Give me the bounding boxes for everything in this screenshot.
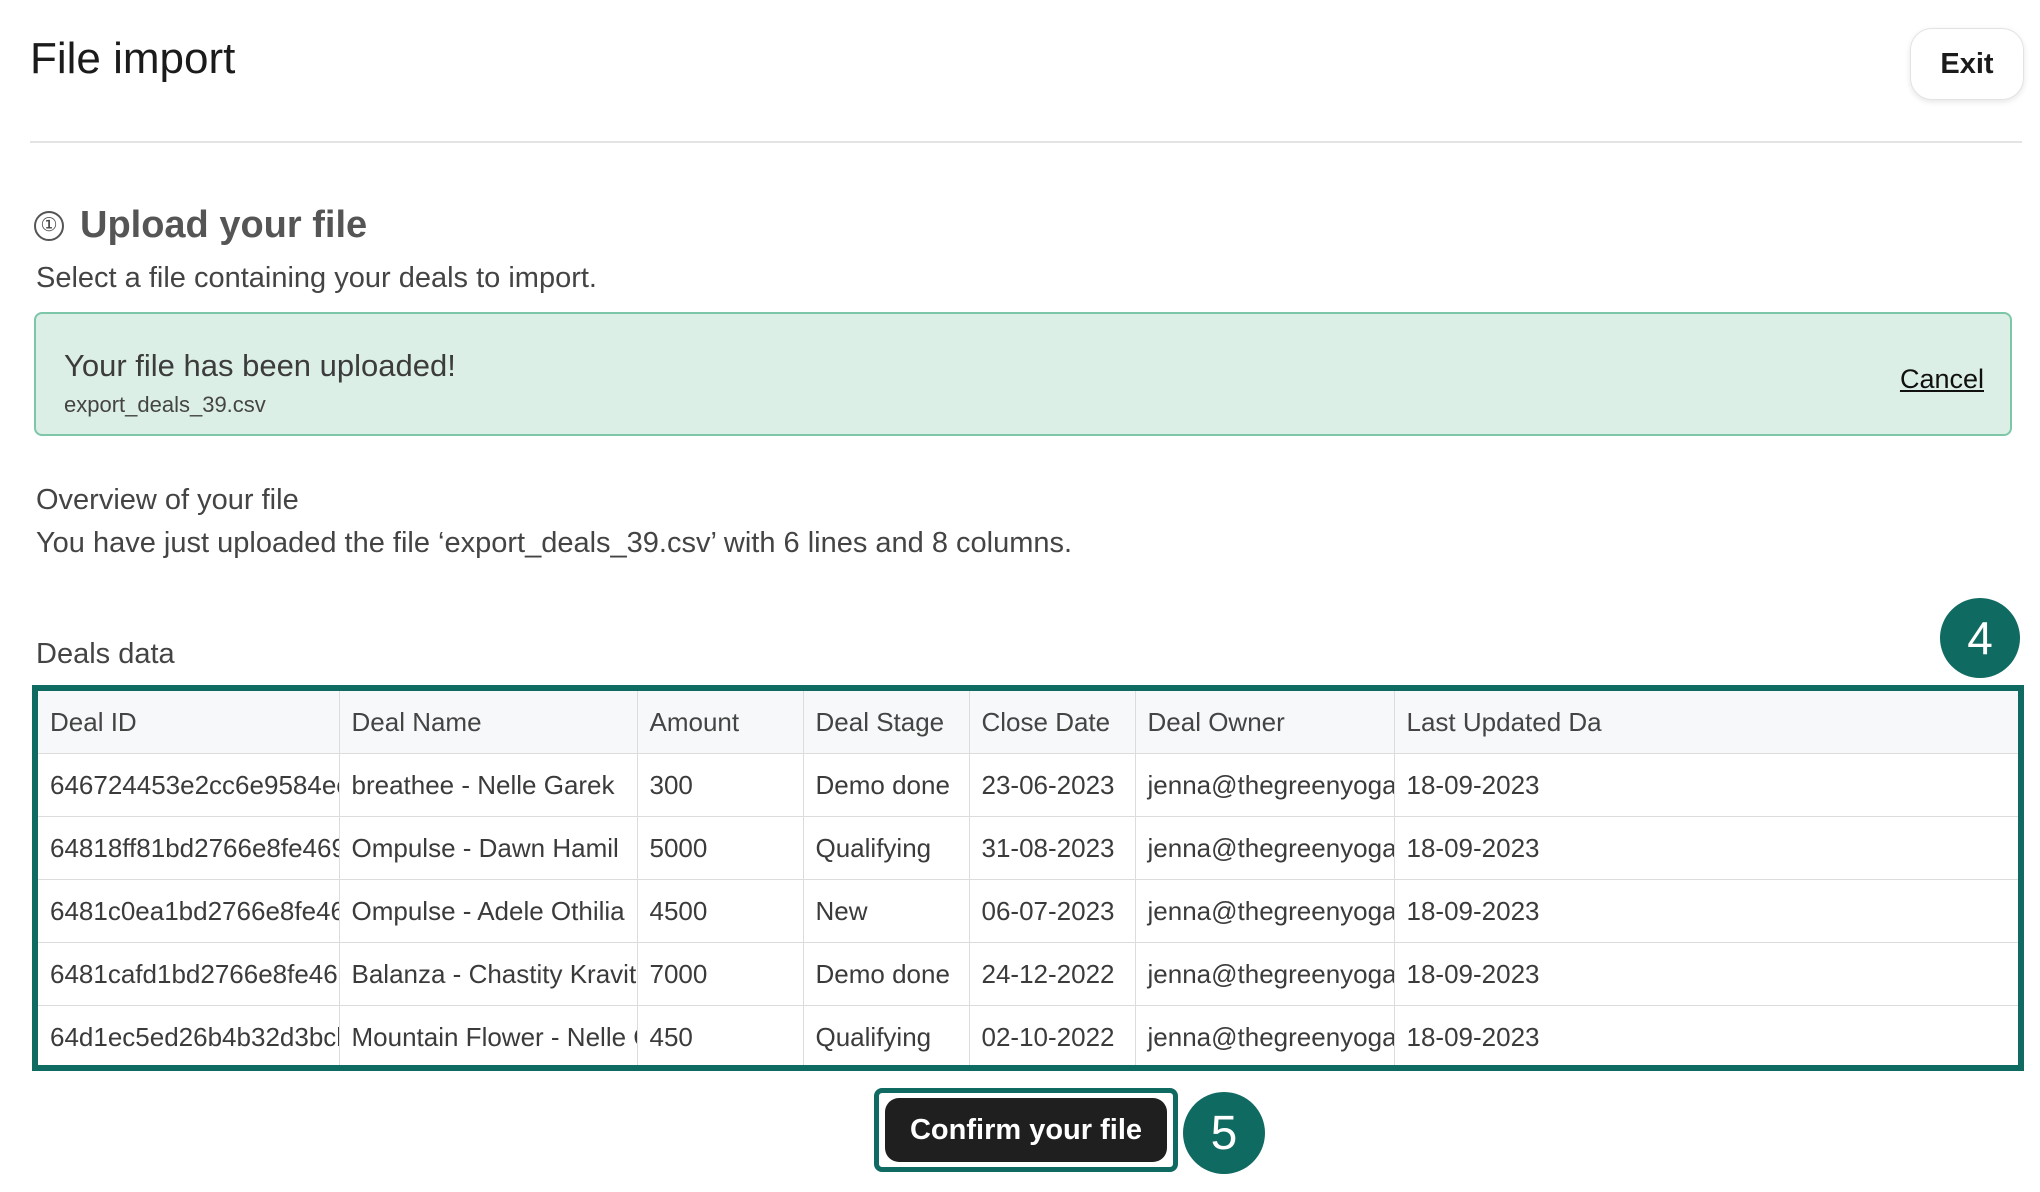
table-cell: Demo done	[803, 754, 969, 817]
table-header-row: Deal ID Deal Name Amount Deal Stage Clos…	[38, 691, 2024, 754]
table-cell: 24-12-2022	[969, 943, 1135, 1006]
table-row: 64818ff81bd2766e8fe469c0 Ompulse - Dawn …	[38, 817, 2024, 880]
table-cell: 64d1ec5ed26b4b32d3bcb1b0	[38, 1006, 339, 1069]
header-divider	[30, 141, 2022, 143]
table-cell: 18-09-2023	[1394, 880, 2024, 943]
table-cell: 18-09-2023	[1394, 943, 2024, 1006]
page-title: File import	[30, 34, 235, 84]
deals-table: Deal ID Deal Name Amount Deal Stage Clos…	[38, 691, 2024, 1068]
uploaded-filename: export_deals_39.csv	[64, 392, 266, 418]
cancel-upload-link[interactable]: Cancel	[1900, 364, 1984, 395]
table-cell: jenna@thegreenyoga.com	[1135, 1006, 1394, 1069]
overview-description: You have just uploaded the file ‘export_…	[36, 527, 1072, 560]
table-cell: 02-10-2022	[969, 1006, 1135, 1069]
table-cell: 06-07-2023	[969, 880, 1135, 943]
table-cell: 23-06-2023	[969, 754, 1135, 817]
file-import-page: File import Exit ① Upload your file Sele…	[0, 0, 2040, 1192]
table-cell: jenna@thegreenyoga.com	[1135, 817, 1394, 880]
table-cell: Ompulse - Dawn Hamil	[339, 817, 637, 880]
table-cell: breathee - Nelle Garek	[339, 754, 637, 817]
table-cell: Qualifying	[803, 1006, 969, 1069]
column-header: Deal Name	[339, 691, 637, 754]
table-cell: 18-09-2023	[1394, 817, 2024, 880]
confirm-file-button[interactable]: Confirm your file	[885, 1098, 1167, 1162]
table-cell: Qualifying	[803, 817, 969, 880]
table-cell: jenna@thegreenyoga.com	[1135, 754, 1394, 817]
step-header: ① Upload your file	[34, 204, 367, 247]
upload-success-banner: Your file has been uploaded! export_deal…	[34, 312, 2012, 436]
table-cell: 18-09-2023	[1394, 754, 2024, 817]
table-cell: 646724453e2cc6e9584eeac9	[38, 754, 339, 817]
column-header: Last Updated Da	[1394, 691, 2024, 754]
overview-title: Overview of your file	[36, 484, 299, 517]
table-cell: jenna@thegreenyoga.com	[1135, 880, 1394, 943]
table-cell: Ompulse - Adele Othilia	[339, 880, 637, 943]
table-cell: 6481cafd1bd2766e8fe46bf4	[38, 943, 339, 1006]
table-cell: 31-08-2023	[969, 817, 1135, 880]
table-row: 6481c0ea1bd2766e8fe46baa Ompulse - Adele…	[38, 880, 2024, 943]
exit-button[interactable]: Exit	[1910, 28, 2024, 100]
table-cell: 6481c0ea1bd2766e8fe46baa	[38, 880, 339, 943]
annotation-badge-4: 4	[1940, 598, 2020, 678]
table-cell: Demo done	[803, 943, 969, 1006]
upload-success-message: Your file has been uploaded!	[64, 348, 456, 384]
table-row: 6481cafd1bd2766e8fe46bf4 Balanza - Chast…	[38, 943, 2024, 1006]
table-cell: 18-09-2023	[1394, 1006, 2024, 1069]
table-row: 646724453e2cc6e9584eeac9 breathee - Nell…	[38, 754, 2024, 817]
table-cell: Balanza - Chastity Kravits	[339, 943, 637, 1006]
table-cell: 450	[637, 1006, 803, 1069]
step-title: Upload your file	[80, 204, 367, 247]
table-cell: 5000	[637, 817, 803, 880]
column-header: Deal Owner	[1135, 691, 1394, 754]
table-row: 64d1ec5ed26b4b32d3bcb1b0 Mountain Flower…	[38, 1006, 2024, 1069]
column-header: Close Date	[969, 691, 1135, 754]
table-cell: 300	[637, 754, 803, 817]
deals-table-highlight: Deal ID Deal Name Amount Deal Stage Clos…	[32, 685, 2024, 1071]
deals-data-label: Deals data	[36, 638, 175, 671]
annotation-badge-5: 5	[1183, 1092, 1265, 1174]
table-cell: 4500	[637, 880, 803, 943]
step-number-icon: ①	[34, 211, 64, 241]
step-subtitle: Select a file containing your deals to i…	[36, 262, 597, 295]
column-header: Amount	[637, 691, 803, 754]
confirm-button-highlight: Confirm your file	[874, 1088, 1178, 1172]
table-cell: Mountain Flower - Nelle Garek	[339, 1006, 637, 1069]
table-cell: 64818ff81bd2766e8fe469c0	[38, 817, 339, 880]
column-header: Deal Stage	[803, 691, 969, 754]
table-cell: New	[803, 880, 969, 943]
column-header: Deal ID	[38, 691, 339, 754]
table-cell: 7000	[637, 943, 803, 1006]
table-cell: jenna@thegreenyoga.com	[1135, 943, 1394, 1006]
